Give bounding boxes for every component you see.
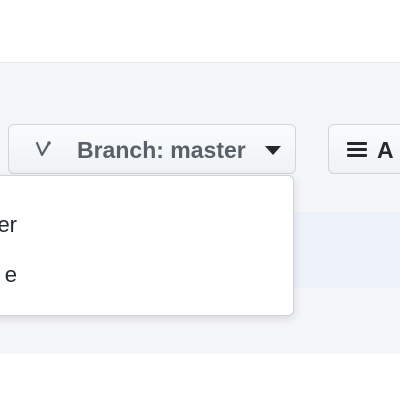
all-files-button[interactable]: A xyxy=(328,124,400,174)
branch-label: Branch: master xyxy=(77,137,246,163)
dropdown-item[interactable]: e xyxy=(0,254,293,298)
dropdown-item[interactable]: er xyxy=(0,204,293,248)
branch-dropdown-menu: er e xyxy=(0,175,294,316)
branch-icon xyxy=(35,141,51,157)
top-blank-strip xyxy=(0,0,400,62)
branch-select-button[interactable]: Branch: master xyxy=(8,124,296,174)
dropdown-item-label: er xyxy=(0,212,17,237)
all-files-label: A xyxy=(377,137,394,163)
lower-blank-strip xyxy=(0,354,400,400)
dropdown-item-label: e xyxy=(4,262,17,287)
caret-down-icon xyxy=(265,146,281,155)
list-icon xyxy=(347,142,367,158)
